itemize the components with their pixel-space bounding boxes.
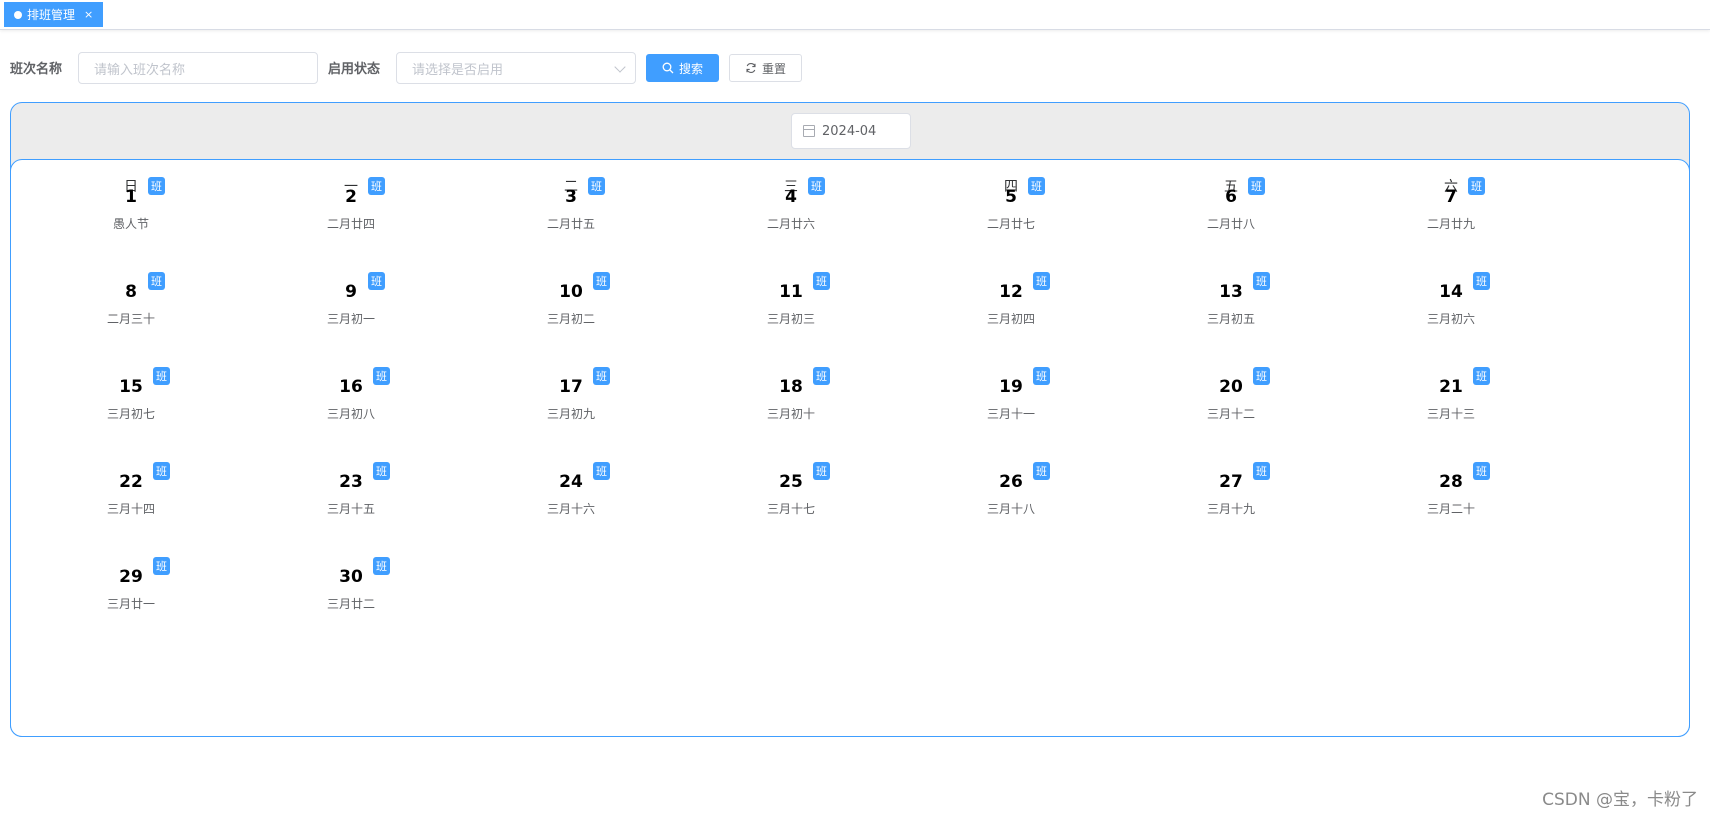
shift-badge[interactable]: 班	[373, 557, 390, 575]
lunar-date: 三月十七	[766, 502, 815, 516]
day-cell[interactable]: 7 班二月廿九	[1391, 103, 1511, 231]
tab-bar: 排班管理 ×	[0, 0, 1710, 30]
shift-badge[interactable]: 班	[368, 177, 385, 195]
reset-button-label: 重置	[761, 61, 786, 76]
shift-badge[interactable]: 班	[153, 367, 170, 385]
shift-badge[interactable]: 班	[1473, 367, 1490, 385]
day-number: 27	[1219, 472, 1243, 492]
search-button[interactable]: 搜索	[646, 54, 719, 82]
day-cell[interactable]: 5 班二月廿七	[951, 103, 1071, 231]
day-cell[interactable]: 4 班二月廿六	[731, 103, 851, 231]
shift-name-label: 班次名称	[10, 62, 63, 77]
day-cell[interactable]: 9 班三月初一	[291, 198, 411, 326]
day-cell[interactable]: 10 班三月初二	[511, 198, 631, 326]
calendar-grid: 1 班愚人节 2 班二月廿四 3 班二月廿五 4 班二月廿六 5 班二月廿七 6 班二月廿八 7 班二月廿…	[11, 160, 1691, 738]
shift-badge[interactable]: 班	[593, 462, 610, 480]
day-cell[interactable]: 14 班三月初六	[1391, 198, 1511, 326]
lunar-date: 三月十九	[1206, 502, 1255, 516]
chevron-down-icon	[614, 61, 626, 73]
shift-badge[interactable]: 班	[1253, 367, 1270, 385]
search-button-label: 搜索	[678, 61, 703, 76]
day-cell[interactable]: 3 班二月廿五	[511, 103, 631, 231]
day-number: 29	[119, 567, 143, 587]
shift-badge[interactable]: 班	[373, 367, 390, 385]
day-cell[interactable]: 21 班三月十三	[1391, 293, 1511, 421]
shift-badge[interactable]: 班	[1468, 177, 1485, 195]
day-cell[interactable]: 15 班三月初七	[71, 293, 191, 421]
day-cell[interactable]: 16 班三月初八	[291, 293, 411, 421]
shift-badge[interactable]: 班	[813, 367, 830, 385]
shift-badge[interactable]: 班	[1033, 367, 1050, 385]
shift-badge[interactable]: 班	[148, 272, 165, 290]
refresh-icon	[746, 63, 756, 73]
day-cell[interactable]: 27 班三月十九	[1171, 388, 1291, 516]
day-number: 26	[999, 472, 1023, 492]
day-cell[interactable]: 18 班三月初十	[731, 293, 851, 421]
shift-badge[interactable]: 班	[1028, 177, 1045, 195]
lunar-date: 三月廿一	[106, 597, 155, 611]
shift-badge[interactable]: 班	[373, 462, 390, 480]
day-cell[interactable]: 2 班二月廿四	[291, 103, 411, 231]
shift-badge[interactable]: 班	[1033, 462, 1050, 480]
shift-badge[interactable]: 班	[593, 367, 610, 385]
shift-badge[interactable]: 班	[368, 272, 385, 290]
shift-badge[interactable]: 班	[593, 272, 610, 290]
close-icon[interactable]: ×	[84, 8, 93, 21]
lunar-date: 三月廿二	[326, 597, 375, 611]
day-number: 28	[1439, 472, 1463, 492]
day-cell[interactable]: 19 班三月十一	[951, 293, 1071, 421]
reset-button[interactable]: 重置	[729, 54, 802, 82]
day-cell[interactable]: 28 班三月二十	[1391, 388, 1511, 516]
shift-name-placeholder: 请输入班次名称	[94, 62, 186, 78]
shift-badge[interactable]: 班	[588, 177, 605, 195]
shift-badge[interactable]: 班	[153, 462, 170, 480]
calendar-body: 日一二三四五六 1 班愚人节 2 班二月廿四 3 班二月廿五 4 班二月廿六 5 班二月廿七 6 班二…	[10, 159, 1690, 737]
shift-badge[interactable]: 班	[1473, 272, 1490, 290]
shift-badge[interactable]: 班	[813, 462, 830, 480]
tab-schedule-management[interactable]: 排班管理 ×	[4, 2, 103, 27]
day-cell[interactable]: 25 班三月十七	[731, 388, 851, 516]
active-dot-icon	[14, 10, 22, 19]
calendar: 2024-04 日一二三四五六 1 班愚人节 2 班二月廿四 3 班二月廿五 4 班二月廿六 5…	[10, 102, 1690, 737]
day-number: 30	[339, 567, 363, 587]
status-placeholder: 请选择是否启用	[412, 62, 504, 78]
status-select[interactable]: 请选择是否启用	[396, 52, 636, 84]
tab-label: 排班管理	[27, 8, 76, 22]
day-cell[interactable]: 29 班三月廿一	[71, 483, 191, 611]
day-cell[interactable]: 24 班三月十六	[511, 388, 631, 516]
shift-badge[interactable]: 班	[808, 177, 825, 195]
day-number: 24	[559, 472, 583, 492]
lunar-date: 三月十六	[546, 502, 595, 516]
shift-badge[interactable]: 班	[1473, 462, 1490, 480]
day-cell[interactable]: 1 班愚人节	[71, 103, 191, 231]
day-cell[interactable]: 6 班二月廿八	[1171, 103, 1291, 231]
shift-badge[interactable]: 班	[1033, 272, 1050, 290]
day-number: 25	[779, 472, 803, 492]
day-cell[interactable]: 22 班三月十四	[71, 388, 191, 516]
lunar-date: 三月二十	[1426, 502, 1475, 516]
shift-badge[interactable]: 班	[153, 557, 170, 575]
day-cell[interactable]: 12 班三月初四	[951, 198, 1071, 326]
shift-badge[interactable]: 班	[148, 177, 165, 195]
shift-badge[interactable]: 班	[1253, 272, 1270, 290]
day-cell[interactable]: 17 班三月初九	[511, 293, 631, 421]
day-cell[interactable]: 20 班三月十二	[1171, 293, 1291, 421]
lunar-date: 三月十八	[986, 502, 1035, 516]
shift-badge[interactable]: 班	[813, 272, 830, 290]
status-label: 启用状态	[328, 62, 381, 77]
shift-badge[interactable]: 班	[1253, 462, 1270, 480]
day-cell[interactable]: 23 班三月十五	[291, 388, 411, 516]
watermark: CSDN @宝，卡粉了	[1542, 790, 1698, 810]
day-cell[interactable]: 8 班二月三十	[71, 198, 191, 326]
day-cell[interactable]: 11 班三月初三	[731, 198, 851, 326]
shift-badge[interactable]: 班	[1248, 177, 1265, 195]
search-icon	[662, 62, 674, 74]
day-cell[interactable]: 26 班三月十八	[951, 388, 1071, 516]
shift-name-input[interactable]: 请输入班次名称	[78, 52, 318, 84]
day-cell[interactable]: 13 班三月初五	[1171, 198, 1291, 326]
day-cell[interactable]: 30 班三月廿二	[291, 483, 411, 611]
